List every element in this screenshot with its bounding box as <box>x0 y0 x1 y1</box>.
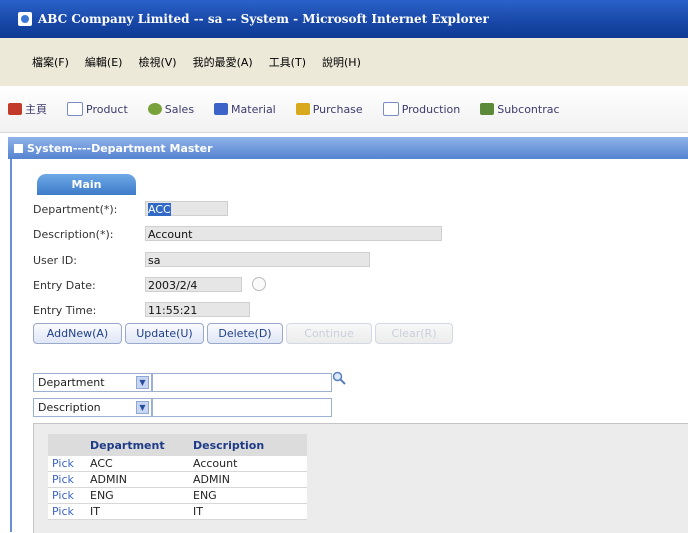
product-icon <box>67 102 83 116</box>
search-field-select-1[interactable]: Department ▼ <box>33 373 152 392</box>
description-cell: ENG <box>189 487 307 504</box>
continue-button[interactable]: Continue <box>286 323 372 344</box>
menu-help[interactable]: 說明(H) <box>314 54 369 70</box>
tab-subcontract[interactable]: Subcontrac <box>480 102 560 116</box>
description-label: Description(*): <box>33 228 114 241</box>
purchase-icon <box>295 103 310 115</box>
frame-border <box>10 159 12 532</box>
tab-purchase[interactable]: Purchase <box>295 102 363 116</box>
section-header: System----Department Master <box>8 137 688 159</box>
description-cell: ADMIN <box>189 471 307 488</box>
tab-sales[interactable]: Sales <box>147 102 195 116</box>
tab-subcontract-label: Subcontrac <box>497 102 560 116</box>
column-header-department: Department <box>86 434 189 456</box>
tab-material-label: Material <box>231 102 276 116</box>
search-field-1-value: Department <box>38 376 105 389</box>
tab-production[interactable]: Production <box>382 102 461 116</box>
pick-link[interactable]: Pick <box>48 487 86 504</box>
department-cell: ACC <box>86 456 189 472</box>
userid-field: sa <box>145 252 370 267</box>
department-cell: ENG <box>86 487 189 504</box>
entrydate-field: 2003/2/4 <box>145 277 242 292</box>
tab-product-label: Product <box>86 102 128 116</box>
department-cell: ADMIN <box>86 471 189 488</box>
table-row: Pick ADMIN ADMIN <box>48 471 307 488</box>
calendar-icon[interactable] <box>252 277 266 291</box>
table-row: Pick IT IT <box>48 503 307 520</box>
addnew-button[interactable]: AddNew(A) <box>33 323 122 344</box>
pick-link[interactable]: Pick <box>48 456 86 472</box>
menu-file[interactable]: 檔案(F) <box>24 54 77 70</box>
description-cell: Account <box>189 456 307 472</box>
material-icon <box>214 103 229 115</box>
subcontract-icon <box>480 103 495 115</box>
menu-bar: 檔案(F) 編輯(E) 檢視(V) 我的最愛(A) 工具(T) 說明(H) <box>0 38 688 87</box>
tab-material[interactable]: Material <box>214 103 276 116</box>
tab-product[interactable]: Product <box>67 102 128 116</box>
department-value: ACC <box>148 203 171 216</box>
menu-favorites[interactable]: 我的最愛(A) <box>185 54 261 70</box>
ie-icon <box>18 12 32 26</box>
column-header-description: Description <box>189 434 307 456</box>
search-input-1[interactable] <box>152 373 332 392</box>
tab-production-label: Production <box>401 102 461 116</box>
menu-edit[interactable]: 編輯(E) <box>77 54 131 70</box>
production-icon <box>382 102 399 116</box>
department-cell: IT <box>86 503 189 520</box>
section-title: System----Department Master <box>27 141 213 155</box>
table-row: Pick ENG ENG <box>48 487 307 504</box>
entrytime-field: 11:55:21 <box>145 302 250 317</box>
table-header-row: Department Description <box>48 434 307 456</box>
update-button[interactable]: Update(U) <box>125 323 204 344</box>
section-icon <box>14 143 23 153</box>
tab-main[interactable]: Main <box>37 174 136 195</box>
userid-label: User ID: <box>33 254 77 267</box>
entrydate-label: Entry Date: <box>33 279 96 292</box>
department-field[interactable]: ACC <box>145 201 228 216</box>
entrytime-label: Entry Time: <box>33 304 97 317</box>
search-field-2-value: Description <box>38 401 101 414</box>
tab-home[interactable]: 主頁 <box>8 101 47 117</box>
module-tab-bar: 主頁 Product Sales Material Purchase Produ… <box>0 86 688 133</box>
search-field-select-2[interactable]: Description ▼ <box>33 398 152 417</box>
menu-view[interactable]: 檢視(V) <box>130 54 184 70</box>
tab-home-label: 主頁 <box>25 103 47 116</box>
department-label: Department(*): <box>33 203 118 216</box>
chevron-down-icon[interactable]: ▼ <box>136 376 149 389</box>
search-icon[interactable] <box>332 371 346 385</box>
pick-link[interactable]: Pick <box>48 471 86 488</box>
window-title-bar: ABC Company Limited -- sa -- System - Mi… <box>0 0 688 38</box>
home-icon <box>8 103 22 115</box>
tab-sales-label: Sales <box>164 102 195 116</box>
sales-icon <box>147 103 162 115</box>
chevron-down-icon[interactable]: ▼ <box>136 401 149 414</box>
search-input-2[interactable] <box>152 398 332 417</box>
tab-purchase-label: Purchase <box>312 102 363 116</box>
window-title: ABC Company Limited -- sa -- System - Mi… <box>38 12 489 26</box>
description-field[interactable]: Account <box>145 226 442 241</box>
clear-button[interactable]: Clear(R) <box>375 323 453 344</box>
pick-link[interactable]: Pick <box>48 503 86 520</box>
description-cell: IT <box>189 503 307 520</box>
menu-tools[interactable]: 工具(T) <box>261 54 314 70</box>
column-header-pick <box>48 434 86 456</box>
results-table: Department Description Pick ACC Account … <box>48 434 307 520</box>
delete-button[interactable]: Delete(D) <box>207 323 283 344</box>
table-row: Pick ACC Account <box>48 456 307 472</box>
